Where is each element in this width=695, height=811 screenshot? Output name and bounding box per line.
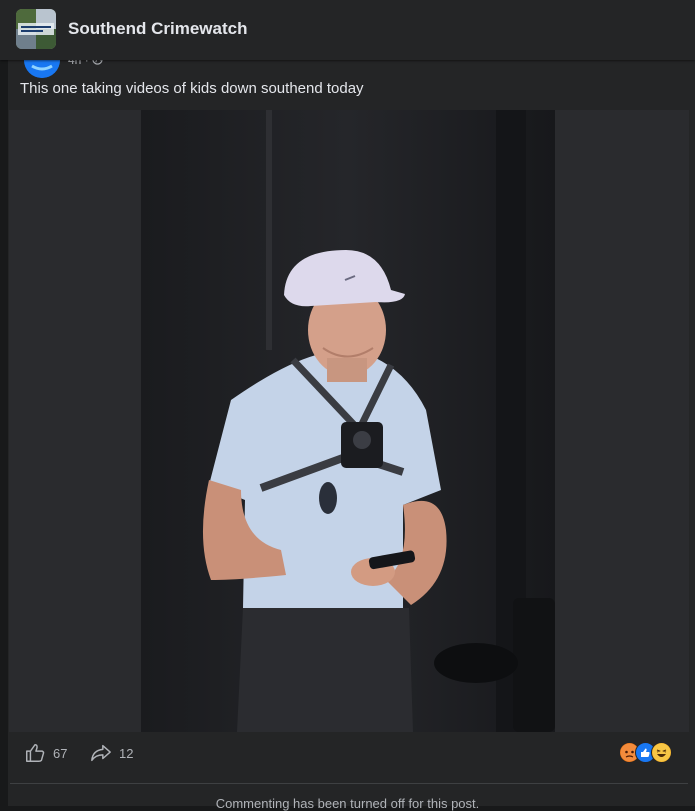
reaction-summary[interactable] [619, 742, 672, 763]
divider [10, 783, 688, 784]
share-arrow-icon [91, 744, 111, 762]
like-count: 67 [53, 745, 68, 761]
group-avatar[interactable] [16, 9, 56, 49]
post-text: This one taking videos of kids down sout… [20, 80, 364, 97]
haha-reaction-icon [651, 742, 672, 763]
like-button[interactable]: 67 [24, 742, 67, 764]
post-photo[interactable] [141, 110, 555, 732]
thumbs-up-icon [26, 744, 45, 762]
comments-disabled-notice: Commenting has been turned off for this … [215, 796, 480, 811]
group-header: Southend Crimewatch [0, 0, 695, 60]
post-media[interactable] [9, 110, 689, 732]
share-count: 12 [119, 745, 134, 761]
share-button[interactable]: 12 [90, 742, 133, 764]
group-name[interactable]: Southend Crimewatch [68, 19, 247, 39]
post-actions: 67 12 [0, 732, 695, 776]
